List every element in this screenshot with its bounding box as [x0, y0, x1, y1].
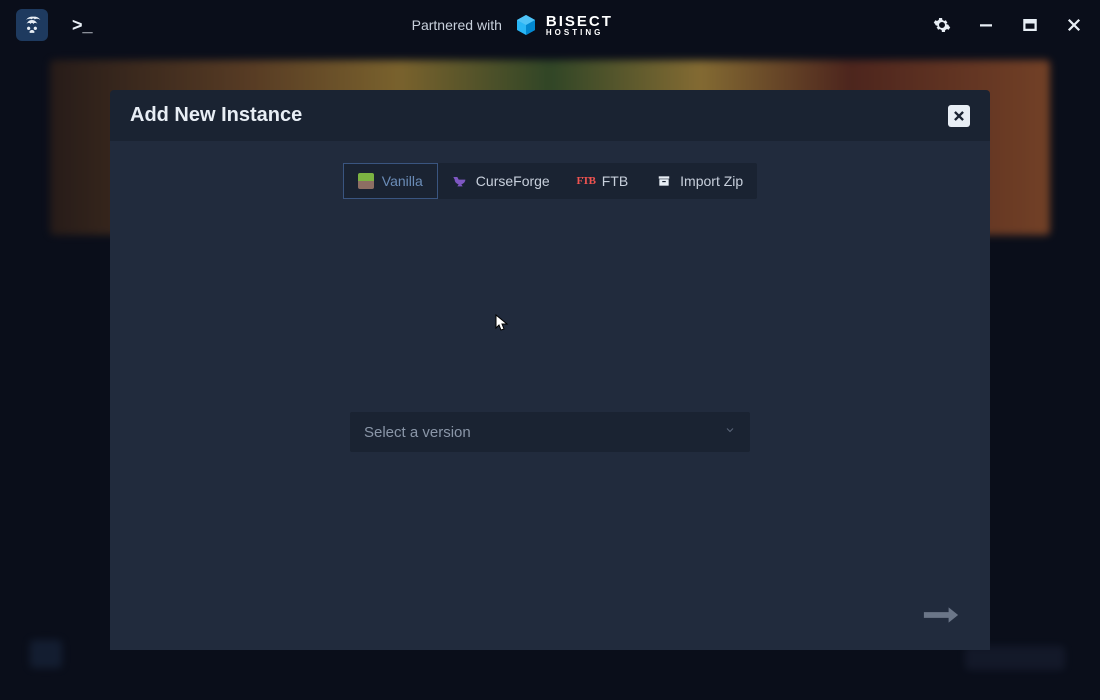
add-instance-modal: Add New Instance Vanilla CurseForge FTB … — [110, 90, 990, 650]
ftb-icon: FTB — [578, 173, 594, 189]
titlebar: >_ Partnered with BISECT HOSTING — [0, 0, 1100, 50]
close-button[interactable] — [1064, 15, 1084, 35]
curseforge-icon — [452, 173, 468, 189]
titlebar-controls — [932, 15, 1084, 35]
tab-ftb[interactable]: FTB FTB — [564, 163, 642, 199]
vanilla-icon — [358, 173, 374, 189]
source-tabs: Vanilla CurseForge FTB FTB Import Zip — [343, 163, 757, 199]
app-logo[interactable] — [16, 9, 48, 41]
console-icon[interactable]: >_ — [72, 15, 93, 36]
bisect-cube-icon — [514, 13, 538, 37]
minimize-button[interactable] — [976, 15, 996, 35]
tab-vanilla[interactable]: Vanilla — [343, 163, 438, 199]
partnered-label: Partnered with — [412, 17, 502, 33]
tab-label: Import Zip — [680, 173, 743, 189]
tab-import-zip[interactable]: Import Zip — [642, 163, 757, 199]
maximize-button[interactable] — [1020, 15, 1040, 35]
version-select[interactable]: Select a version — [350, 412, 750, 452]
tab-label: FTB — [602, 173, 628, 189]
chevron-down-icon — [724, 423, 736, 441]
settings-button[interactable] — [932, 15, 952, 35]
modal-body: Vanilla CurseForge FTB FTB Import Zip Se… — [110, 141, 990, 650]
modal-header: Add New Instance — [110, 90, 990, 141]
tab-curseforge[interactable]: CurseForge — [438, 163, 564, 199]
bottom-left-badge — [30, 640, 62, 668]
bisect-main-text: BISECT — [546, 14, 613, 29]
bisect-sub-text: HOSTING — [546, 29, 613, 37]
bisect-text: BISECT HOSTING — [546, 14, 613, 37]
tab-label: CurseForge — [476, 173, 550, 189]
close-icon — [952, 109, 966, 123]
version-placeholder: Select a version — [364, 424, 471, 441]
next-button[interactable] — [922, 605, 960, 630]
modal-close-button[interactable] — [948, 105, 970, 127]
arrow-right-icon — [922, 605, 960, 625]
modal-title: Add New Instance — [130, 104, 302, 127]
archive-icon — [656, 173, 672, 189]
bisect-logo[interactable]: BISECT HOSTING — [514, 13, 613, 37]
titlebar-center: Partnered with BISECT HOSTING — [93, 13, 932, 37]
tab-label: Vanilla — [382, 173, 423, 189]
